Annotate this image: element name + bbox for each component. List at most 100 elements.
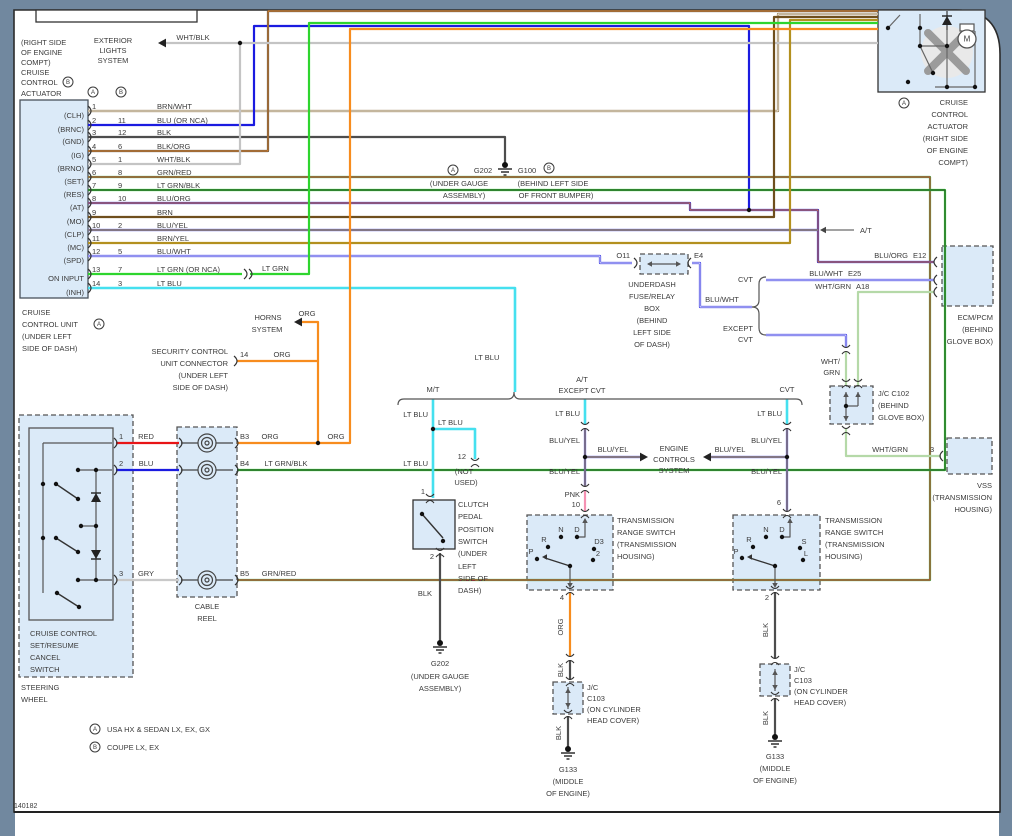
label-actuator-tr-1: CRUISE (940, 98, 968, 107)
trs1-n: N (558, 525, 563, 534)
label-clutch-pin1: 1 (421, 487, 425, 496)
label-jc103b-1: J/C (794, 665, 806, 674)
label-o11: O11 (616, 251, 630, 260)
label-trs1-org: ORG (556, 618, 565, 635)
pin-a-7: 7 (92, 181, 96, 190)
label-trs1-1: TRANSMISSION (617, 516, 674, 525)
act-dot-4 (930, 70, 936, 76)
label-horns-1: HORNS (254, 313, 281, 322)
label-exterior-2: LIGHTS (99, 46, 126, 55)
badge-b-actuator-label-letter: B (66, 80, 70, 86)
label-ltblu-mt-1: LT BLU (403, 410, 428, 419)
label-security-1: SECURITY CONTROL (151, 347, 228, 356)
label-jc103b-3: (ON CYLINDER (794, 687, 848, 696)
wirecolor-2: BLU (OR NCA) (157, 116, 208, 125)
label-g100: G100 (518, 166, 536, 175)
wirecolor-3: BLK (157, 128, 171, 137)
sw-dot-3 (75, 577, 81, 583)
trs2-d: D (779, 525, 785, 534)
doc-number: 140182 (14, 803, 37, 810)
wirecolor-13: LT GRN (OR NCA) (157, 265, 221, 274)
label-clutch-8: DASH) (458, 586, 482, 595)
label-cruise-unit-4: SIDE OF DASH) (22, 344, 78, 353)
pin-name-10: (CLP) (64, 230, 84, 239)
badge-a-header-letter: A (91, 90, 95, 96)
label-jc102-3: GLOVE BOX) (878, 413, 925, 422)
wirecolor-5: WHT/BLK (157, 155, 190, 164)
trs2-dot-d (779, 534, 785, 540)
ground-g133-2-dot (772, 734, 778, 740)
label-a18-color: WHT/GRN (815, 282, 851, 291)
label-vss-pin: 3 (930, 445, 934, 454)
label-g202: G202 (474, 166, 492, 175)
label-clutch-1: CLUTCH (458, 500, 488, 509)
act-dot-8 (905, 79, 911, 85)
sw-dot-6 (93, 523, 99, 529)
junction-at (582, 454, 588, 460)
trs2-dot-p (739, 555, 745, 561)
pin-a-9: 9 (92, 208, 96, 217)
label-except-2: CVT (738, 335, 753, 344)
label-right-side-4: CRUISE (21, 68, 49, 77)
label-g133b-1: G133 (766, 752, 784, 761)
ground-g202-g100-dot (502, 162, 508, 168)
sw-pin-3: 3 (119, 569, 123, 578)
pin-name-14: (INH) (66, 288, 84, 297)
pin-a-2: 2 (92, 116, 96, 125)
sw-dot-11 (54, 590, 60, 596)
label-g100-loc-2: OF FRONT BUMPER) (519, 191, 594, 200)
label-a18: A18 (856, 282, 869, 291)
label-switch-2: SET/RESUME (30, 641, 79, 650)
label-underdash-1: UNDERDASH (628, 280, 676, 289)
pin-a-4: 4 (92, 142, 96, 151)
pin-a-10: 10 (92, 221, 100, 230)
trs2-dot-n (763, 534, 769, 540)
label-underdash-2: FUSE/RELAY (629, 292, 675, 301)
label-trs1-4: HOUSING) (617, 552, 655, 561)
badge-a-g202-letter: A (451, 168, 455, 174)
trs2-dot-s (797, 545, 803, 551)
label-clutch-2: PEDAL (458, 512, 483, 521)
label-trs2-1: TRANSMISSION (825, 516, 882, 525)
label-vss-2: (TRANSMISSION (932, 493, 992, 502)
label-steering-1: STEERING (21, 683, 60, 692)
label-trs1-3: (TRANSMISSION (617, 540, 677, 549)
label-switch-3: CANCEL (30, 653, 60, 662)
label-bluyel-at-2: BLU/YEL (549, 467, 580, 476)
wirecolor-9: BRN (157, 208, 173, 217)
label-at-2: EXCEPT CVT (559, 386, 606, 395)
pin-b-5: 1 (118, 155, 122, 164)
badge-a-footnote-letter: A (93, 727, 97, 733)
cruise-control-wiring-diagram: MA BBAA BAAB(RIGHT SIDEOF ENGINECOMPT)CRUI… (0, 0, 1012, 836)
act-dot-2 (917, 25, 923, 31)
ground-g202-clutch-dot (437, 640, 443, 646)
trs1-d3: D3 (594, 537, 604, 546)
clutch-dot-1 (419, 511, 425, 517)
label-ecs-1: ENGINE (660, 444, 689, 453)
junction-mt (430, 426, 436, 432)
badge-b-header-letter: B (119, 90, 123, 96)
act-dot-3 (917, 43, 923, 49)
reel-b3: B3 (240, 432, 249, 441)
trs2-dot-pivot (772, 563, 778, 569)
trs2-p: P (733, 547, 738, 556)
pin-name-2: (BRNC) (58, 125, 85, 134)
label-actuator-tr-5: OF ENGINE (927, 146, 968, 155)
label-ecs-2: CONTROLS (653, 455, 695, 464)
label-g202-loc-2: ASSEMBLY) (443, 191, 486, 200)
sw-dot-4 (93, 577, 99, 583)
label-cruise-unit-3: (UNDER LEFT (22, 332, 72, 341)
pin-name-11: (MC) (67, 243, 84, 252)
label-ltblu-at: LT BLU (555, 409, 580, 418)
pin-b-10: 2 (118, 221, 122, 230)
pin-a-12: 12 (92, 247, 100, 256)
junction-jc102 (843, 403, 849, 409)
trs1-dot-p (534, 556, 540, 562)
label-cable-1: CABLE (195, 602, 220, 611)
trs1-dot-2 (590, 557, 596, 563)
reel-b4-color: LT GRN/BLK (264, 459, 307, 468)
pin-a-5: 5 (92, 155, 96, 164)
pin-a-14: 14 (92, 279, 100, 288)
label-trs2-pin2: 2 (765, 593, 769, 602)
label-jc103b-2: C103 (794, 676, 812, 685)
